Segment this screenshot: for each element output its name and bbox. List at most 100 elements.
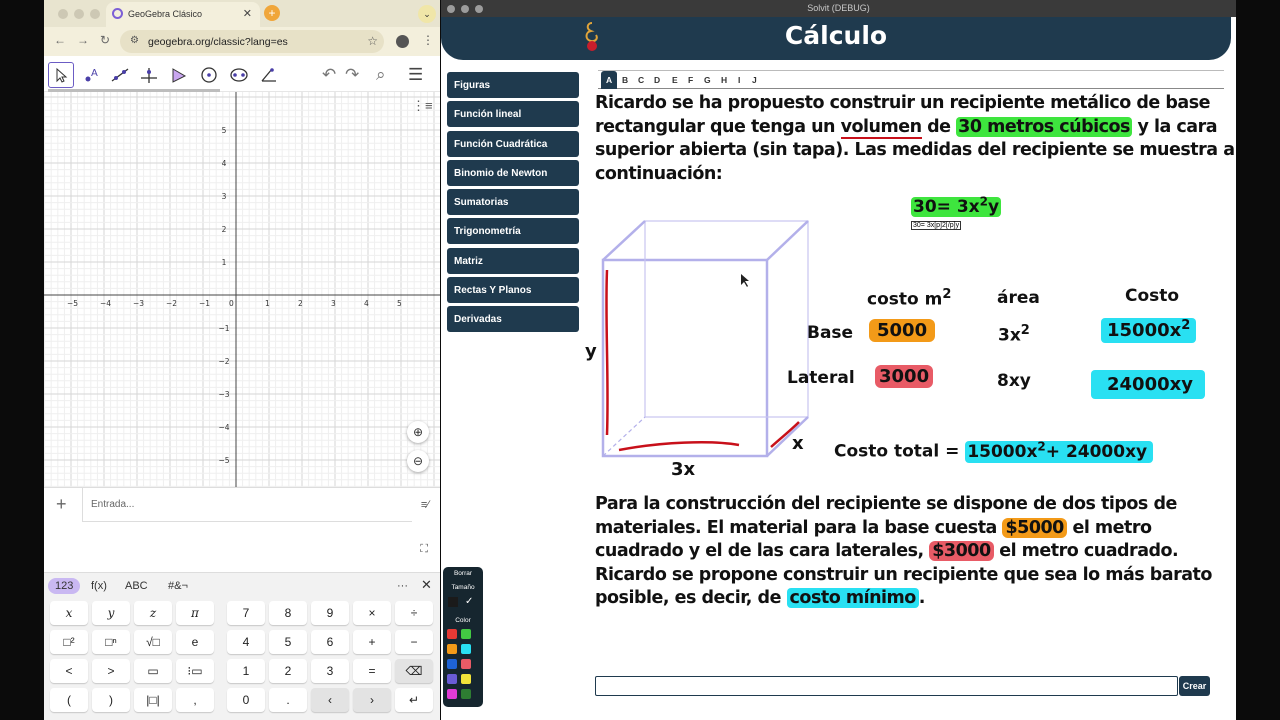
keyboard-key[interactable]: 2 [269,659,307,683]
keyboard-key[interactable]: 8 [269,601,307,625]
search-icon[interactable]: ⌕ [376,65,386,85]
forward-arrow-icon[interactable]: → [77,33,89,47]
solvit-close-light[interactable] [447,5,455,13]
browser-menu-icon[interactable]: ⋮ [422,33,434,47]
ellipse-tool-icon[interactable] [226,62,252,88]
size-check-icon[interactable]: ✓ [465,596,473,607]
sidebar-item-trigonometria[interactable]: Trigonometría [447,218,579,245]
profile-avatar[interactable] [396,35,409,48]
keyboard-key[interactable]: 4 [227,630,265,654]
keyboard-key[interactable]: 0 [227,688,265,712]
keyboard-key[interactable]: < [50,659,88,683]
keyboard-key[interactable]: 3 [311,659,349,683]
keyboard-key[interactable]: 7 [227,601,265,625]
keyboard-key[interactable]: √□ [134,630,172,654]
sidebar-item-rectas-planos[interactable]: Rectas Y Planos [447,277,579,304]
tab-close-icon[interactable]: ✕ [243,7,252,20]
algebra-input[interactable]: Entrada... [82,488,412,522]
algebra-menu-icon[interactable]: ≡∕ [414,494,436,516]
sidebar-item-matriz[interactable]: Matriz [447,247,579,274]
keyboard-key[interactable]: ▭ [134,659,172,683]
keyboard-key[interactable]: , [176,688,214,712]
tab-search-button[interactable]: ⌄ [418,5,436,23]
tab-j[interactable]: J [752,75,757,85]
keyboard-key[interactable]: ↵ [395,688,433,712]
color-swatch[interactable] [447,629,457,639]
keyboard-tab-abc[interactable]: ABC [125,580,148,592]
hamburger-menu-icon[interactable]: ☰ [408,65,423,85]
browser-tab[interactable]: GeoGebra Clásico ✕ [106,2,260,27]
keyboard-key[interactable]: ⁝▭ [176,659,214,683]
circle-tool-icon[interactable] [196,62,222,88]
keyboard-tab-symbols[interactable]: #&¬ [168,580,188,592]
keyboard-key[interactable]: |□| [134,688,172,712]
color-swatch[interactable] [461,644,471,654]
color-swatch[interactable] [461,629,471,639]
keyboard-key[interactable]: x [50,601,88,625]
tab-b[interactable]: B [622,75,628,85]
window-zoom-light[interactable] [90,9,100,19]
keyboard-key[interactable]: − [395,630,433,654]
sidebar-item-figuras[interactable]: Figuras [447,72,579,98]
angle-tool-icon[interactable] [256,62,282,88]
fullscreen-icon[interactable]: ⛶ [420,543,428,556]
keyboard-key[interactable]: □ⁿ [92,630,130,654]
keyboard-key[interactable]: π [176,601,214,625]
tab-d[interactable]: D [654,75,660,85]
point-tool-icon[interactable]: A [78,62,104,88]
keyboard-key[interactable]: e [176,630,214,654]
url-field[interactable]: ⚙ geogebra.org/classic?lang=es ☆ [120,30,384,53]
site-settings-icon[interactable]: ⚙ [130,35,139,46]
sidebar-item-funcion-cuadratica[interactable]: Función Cuadrática [447,130,579,157]
zoom-out-icon[interactable]: ⊖ [407,450,429,472]
borrar-button[interactable]: Borrar [443,567,483,577]
window-close-light[interactable] [58,9,68,19]
move-tool-icon[interactable] [48,62,74,88]
zoom-in-icon[interactable]: ⊕ [407,421,429,443]
keyboard-key[interactable]: = [353,659,391,683]
keyboard-tab-123[interactable]: 123 [48,578,81,594]
keyboard-key[interactable]: ⌫ [395,659,433,683]
keyboard-key[interactable]: 6 [311,630,349,654]
window-minimize-light[interactable] [74,9,84,19]
keyboard-key[interactable]: ( [50,688,88,712]
line-tool-icon[interactable] [107,62,133,88]
perpendicular-line-tool-icon[interactable] [136,62,162,88]
sidebar-item-binomio-newton[interactable]: Binomio de Newton [447,159,579,186]
size-small-swatch[interactable] [448,597,458,607]
color-swatch[interactable] [447,689,457,699]
keyboard-key[interactable]: z [134,601,172,625]
polygon-tool-icon[interactable] [166,62,192,88]
graphics-style-bar-icon[interactable]: ⋮≡ [412,98,434,120]
keyboard-key[interactable]: ‹ [311,688,349,712]
keyboard-close-icon[interactable]: ✕ [421,577,432,593]
tab-a[interactable]: A [601,71,618,89]
redo-icon[interactable]: ↷ [345,65,359,85]
back-arrow-icon[interactable]: ← [54,33,66,47]
bookmark-star-icon[interactable]: ☆ [367,34,378,48]
solvit-zoom-light[interactable] [475,5,483,13]
tab-e[interactable]: E [672,75,678,85]
keyboard-tab-fx[interactable]: f(x) [91,580,107,592]
color-swatch[interactable] [461,689,471,699]
sidebar-item-funcion-lineal[interactable]: Función lineal [447,101,579,128]
reload-icon[interactable]: ↻ [100,33,110,47]
keyboard-key[interactable]: □² [50,630,88,654]
tab-h[interactable]: H [721,75,727,85]
tab-f[interactable]: F [688,75,693,85]
tab-c[interactable]: C [638,75,644,85]
sidebar-item-derivadas[interactable]: Derivadas [447,306,579,333]
keyboard-key[interactable]: > [92,659,130,683]
keyboard-key[interactable]: ) [92,688,130,712]
undo-icon[interactable]: ↶ [322,65,336,85]
keyboard-more-icon[interactable]: ··· [397,580,408,592]
color-swatch[interactable] [461,674,471,684]
solvit-minimize-light[interactable] [461,5,469,13]
color-swatch[interactable] [461,659,471,669]
create-button[interactable]: Crear [1179,676,1210,696]
create-input[interactable] [595,676,1178,696]
keyboard-key[interactable]: 1 [227,659,265,683]
tab-i[interactable]: I [738,75,740,85]
keyboard-key[interactable]: y [92,601,130,625]
tab-g[interactable]: G [704,75,711,85]
